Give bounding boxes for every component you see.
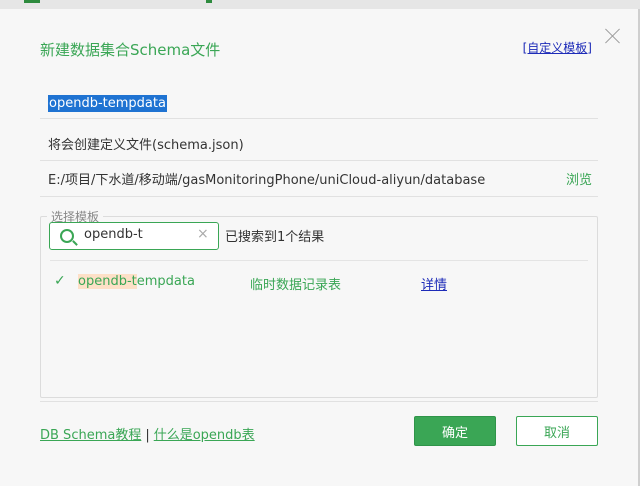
checkmark-icon: ✓ [54,273,66,289]
template-search-value: opendb-t [84,227,143,242]
divider [40,196,598,197]
footer-links: DB Schema教程 | 什么是opendb表 [40,424,255,443]
ok-button[interactable]: 确定 [414,416,496,446]
template-detail-link[interactable]: 详情 [421,274,447,293]
divider [40,160,598,161]
template-row[interactable]: ✓ opendb-tempdata 临时数据记录表 详情 [50,266,588,296]
divider [50,260,588,261]
search-match-highlight: opendb-t [78,274,137,289]
search-result-count: 已搜索到1个结果 [225,230,325,245]
search-icon [60,229,74,243]
template-description: 临时数据记录表 [250,278,342,293]
what-is-opendb-link[interactable]: 什么是opendb表 [154,428,255,443]
target-path: E:/项目/下水道/移动端/gasMonitoringPhone/uniClou… [48,173,486,188]
clear-icon[interactable]: × [197,226,209,242]
background-window-strip [0,0,640,9]
background-accent-mark [24,0,40,3]
background-accent-mark [206,0,212,3]
divider [40,401,598,402]
will-create-text: 将会创建定义文件(schema.json) [48,138,244,153]
template-search-input[interactable]: opendb-t × [49,222,219,250]
collection-name-value: opendb-tempdata [48,95,167,112]
custom-template-link[interactable]: [自定义模板] [523,39,592,56]
browse-button[interactable]: 浏览 [566,169,592,188]
link-separator: | [145,428,150,443]
dialog-title: 新建数据集合Schema文件 [40,41,221,59]
collection-name-input[interactable]: opendb-tempdata [40,92,598,119]
close-icon[interactable] [604,27,622,45]
template-name-rest: empdata [136,274,195,289]
cancel-button[interactable]: 取消 [516,416,598,446]
db-schema-tutorial-link[interactable]: DB Schema教程 [40,428,141,443]
template-name: opendb-tempdata [78,274,195,289]
